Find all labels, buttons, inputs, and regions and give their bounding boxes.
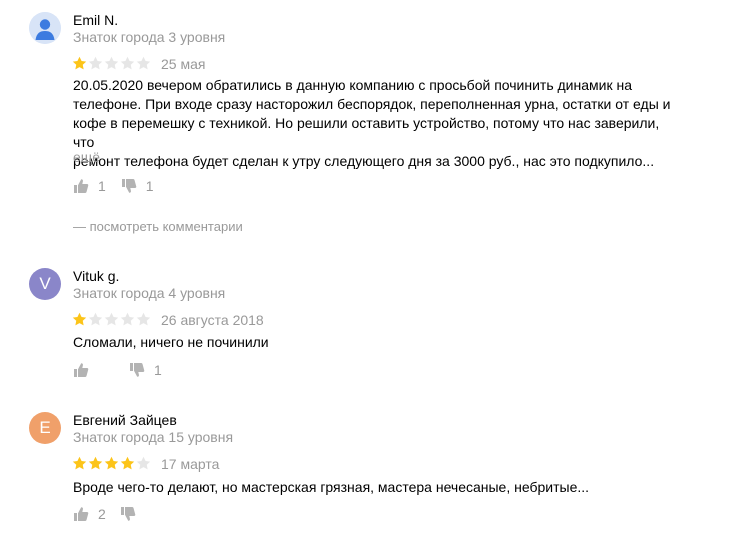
author-name[interactable]: Евгений Зайцев [73, 412, 177, 428]
thumbs-down-icon [120, 507, 136, 521]
like-count: 1 [98, 178, 106, 194]
star-rating [72, 56, 151, 71]
like-button[interactable]: 1 [73, 178, 106, 194]
thumbs-up-icon [74, 507, 89, 521]
like-count: 2 [98, 506, 106, 522]
review-text: Сломали, ничего не починили [73, 334, 269, 350]
review-text: 20.05.2020 вечером обратились в данную к… [73, 76, 673, 171]
avatar[interactable]: V [29, 268, 61, 300]
star-filled-icon [72, 312, 87, 326]
avatar[interactable] [29, 12, 61, 44]
dislike-count: 1 [145, 178, 154, 194]
review-text-line: телефоне. При входе сразу насторожил бес… [73, 96, 671, 112]
star-filled-icon [88, 456, 103, 470]
star-filled-icon [120, 456, 135, 470]
view-comments-link[interactable]: — посмотреть комментарии [73, 219, 243, 234]
dislike-button[interactable]: 1 [121, 178, 154, 194]
star-filled-icon [72, 56, 87, 70]
star-filled-icon [104, 456, 119, 470]
review-date: 26 августа 2018 [161, 312, 264, 328]
like-button[interactable] [73, 362, 98, 378]
thumbs-down-icon [121, 179, 137, 193]
star-rating [72, 312, 151, 327]
reactions-bar: 2 [73, 506, 145, 522]
author-level: Знаток города 3 уровня [73, 29, 226, 45]
user-silhouette-icon [29, 12, 61, 44]
review-text: Вроде чего-то делают, но мастерская гряз… [73, 479, 590, 495]
author-name[interactable]: Emil N. [73, 12, 118, 28]
dislike-button[interactable] [120, 506, 145, 522]
dislike-button[interactable]: 1 [129, 362, 162, 378]
star-empty-icon [104, 56, 119, 70]
author-level: Знаток города 15 уровня [73, 429, 234, 445]
thumbs-up-icon [74, 179, 89, 193]
star-filled-icon [72, 456, 87, 470]
avatar-letter: E [39, 418, 51, 437]
like-button[interactable]: 2 [73, 506, 106, 522]
author-name[interactable]: Vituk g. [73, 268, 119, 284]
reactions-bar: 1 [73, 362, 162, 378]
star-empty-icon [120, 312, 135, 326]
review-date: 25 мая [161, 56, 206, 72]
expand-more-link[interactable]: ещё [73, 149, 100, 165]
star-empty-icon [88, 56, 103, 70]
star-empty-icon [136, 56, 151, 70]
star-empty-icon [136, 312, 151, 326]
dislike-count: 1 [154, 362, 162, 378]
avatar[interactable]: E [29, 412, 61, 444]
author-level: Знаток города 4 уровня [73, 285, 226, 301]
star-rating [72, 456, 151, 471]
review-text-line: 20.05.2020 вечером обратились в данную к… [73, 77, 632, 93]
reactions-bar: 1 1 [73, 178, 154, 194]
review-text-line: кофе в перемешку с техникой. Но решили о… [73, 115, 660, 150]
star-empty-icon [88, 312, 103, 326]
thumbs-up-icon [74, 363, 89, 377]
star-empty-icon [104, 312, 119, 326]
review-text-line: ремонт телефона будет сделан к утру след… [73, 153, 655, 169]
avatar-letter: V [39, 274, 51, 293]
star-empty-icon [136, 456, 151, 470]
thumbs-down-icon [130, 363, 145, 377]
review-date: 17 марта [161, 456, 220, 472]
star-empty-icon [120, 56, 135, 70]
